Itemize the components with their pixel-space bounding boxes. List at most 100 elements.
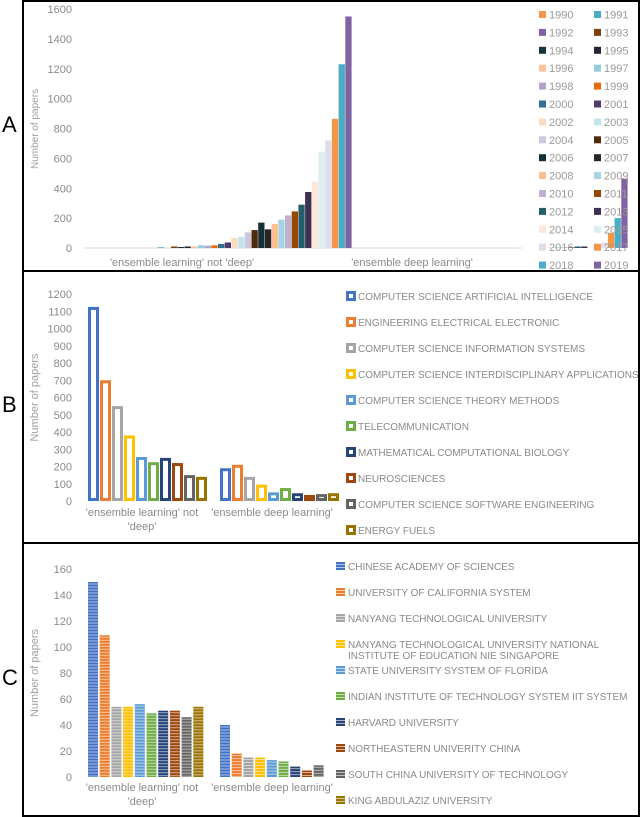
bar-engineering-electrical-electronic-deep [232,464,243,501]
y-tick-label: 140 [54,590,72,602]
bar-harvard-university-deep [290,766,301,777]
legend-label-mathematical-computational-biology: MATHEMATICAL COMPUTATIONAL BIOLOGY [358,448,570,459]
legend-label-university-of-california-system: UNIVERSITY OF CALIFORNIA SYSTEM [348,588,531,599]
y-tick-label: 0 [66,496,72,508]
y-tick-label: 200 [54,462,72,474]
bar-telecommunication-deep [280,488,291,501]
y-tick-label: 600 [54,153,72,165]
bar-2007-not-deep [264,229,272,248]
bar-2008-not-deep [271,224,278,248]
panel-letter-a: A [2,112,17,137]
y-tick-label: 900 [54,341,72,353]
y-tick-label: 100 [54,642,72,654]
legend-label-telecommunication: TELECOMMUNICATION [358,422,469,433]
bar-nanyang-technological-university-not-deep [111,706,122,777]
legend-label-king-abdulaziz-university: KING ABDULAZIZ UNIVERSITY [348,796,493,807]
chart-c-svg: 0 20 40 60 80 100 120 140 160 Number of papers 'en… [29,562,627,808]
bar-state-university-system-of-florida-not-deep [134,704,145,777]
bar-computer-science-information-systems-not-deep [112,406,123,501]
legend-label-1995: 1995 [604,45,628,57]
bar-2015-not-deep [318,151,325,248]
legend-swatch-1994 [539,46,546,54]
bar-chinese-academy-of-sciences-not-deep [88,582,98,777]
bar-south-china-university-of-technology-not-deep [181,717,192,777]
legend-swatch-1999 [594,82,601,90]
y-axis-label: Number of papers [29,628,41,717]
y-tick-label: 1000 [48,324,72,336]
bar-computer-science-theory-methods-not-deep [136,457,147,501]
legend-swatch-1991 [594,11,601,18]
bar-2017-not-deep [331,118,339,249]
legend-swatch-nanyang-technological-university-national-institute-of-education-nie-singapore [336,640,345,648]
bar-northeastern-univerity-china-not-deep [169,710,180,777]
legend-swatch-2000 [539,100,546,108]
bar-south-china-university-of-technology-deep [313,765,324,777]
legend-label-2011: 2011 [604,189,628,201]
bar-king-abdulaziz-university-not-deep [193,706,204,777]
legend-label-harvard-university: HARVARD UNIVERSITY [348,718,459,729]
bar-2013-not-deep [305,191,312,248]
bar-1994-not-deep [177,246,185,248]
legend-label-1999: 1999 [604,81,628,93]
y-axis-label: Number of papers [30,89,41,169]
bar-indian-institute-of-technology-system-iit-system-not-deep [146,713,157,777]
legend-swatch-2011 [594,190,601,197]
bar-2002-not-deep [231,237,238,248]
legend-label-2003: 2003 [604,117,628,129]
y-tick-label: 300 [54,444,72,456]
swatch-fill [336,770,345,778]
legend-swatch-computer-science-interdisciplinary-applications [346,369,356,379]
legend-label-2008: 2008 [549,171,573,183]
bar-indian-institute-of-technology-system-iit-system-deep [278,761,289,777]
legend-swatch-2003 [594,118,601,126]
legend-swatch-telecommunication [346,421,356,431]
legend-label-1994: 1994 [549,45,573,57]
bar-2018-not-deep [338,64,345,248]
bar-energy-fuels-not-deep [196,476,207,502]
legend-label-chinese-academy-of-sciences: CHINESE ACADEMY OF SCIENCES [348,562,515,573]
bar-2000-not-deep [218,243,225,248]
y-tick-label: 200 [54,213,72,225]
bar-nanyang-technological-university-deep [243,757,254,777]
panel-letter-b: B [2,392,17,417]
bar-computer-science-theory-methods-deep [268,492,279,501]
y-tick-label: 60 [60,694,72,706]
bar-university-of-california-system-not-deep [99,635,110,777]
swatch-fill [336,744,345,752]
y-tick-label: 500 [54,410,72,422]
legend-swatch-computer-science-software-engineering [346,499,356,509]
legend-swatch-2009 [594,172,601,180]
legend-swatch-northeastern-univerity-china [336,744,345,752]
legend-label-2016: 2016 [549,242,573,254]
legend-swatch-1990 [539,11,546,18]
chart-a-svg: 0 200 400 600 800 1000 1200 1400 1600 Number of p… [30,4,628,272]
legend-swatch-2018 [539,261,546,269]
legend-swatch-neurosciences [346,473,356,483]
y-tick-label: 160 [54,564,72,576]
y-tick-label: 1000 [48,94,72,106]
bar-nanyang-technological-university-national-institute-of-education-nie-singapore-deep [255,757,266,777]
legend-swatch-2019 [594,261,601,269]
legend-swatch-1996 [539,64,546,72]
y-tick-label: 400 [54,427,72,439]
legend-swatch-2013 [594,207,601,215]
legend-label-northeastern-univerity-china: NORTHEASTERN UNIVERITY CHINA [348,744,521,755]
x-category-label-line: 'ensemble deep learning' [211,782,333,794]
bar-computer-science-interdisciplinary-applications-not-deep [124,435,135,501]
y-tick-label: 0 [66,243,72,255]
legend-label-nanyang-technological-university-national-institute-of-education-nie-singapore-line1: NANYANG TECHNOLOGICAL UNIVERSITY NATIONA… [348,640,600,651]
legend-label-1993: 1993 [604,27,628,39]
y-tick-label: 700 [54,375,72,387]
bar-2005-not-deep [251,230,258,248]
x-category-label-line: 'ensemble deep learning' [211,507,333,519]
legend-label-1991: 1991 [604,10,628,22]
legend-swatch-2014 [539,225,546,233]
legend-swatch-university-of-california-system [336,588,345,596]
legend-swatch-king-abdulaziz-university [336,796,345,804]
bar-nanyang-technological-university-national-institute-of-education-nie-singapore-not-deep [123,706,134,777]
legend-swatch-2017 [594,243,601,251]
bar-neurosciences-not-deep [172,463,183,502]
bar-1999-not-deep [211,245,218,248]
legend-label-2004: 2004 [549,135,573,147]
legend-swatch-2016 [539,243,546,251]
